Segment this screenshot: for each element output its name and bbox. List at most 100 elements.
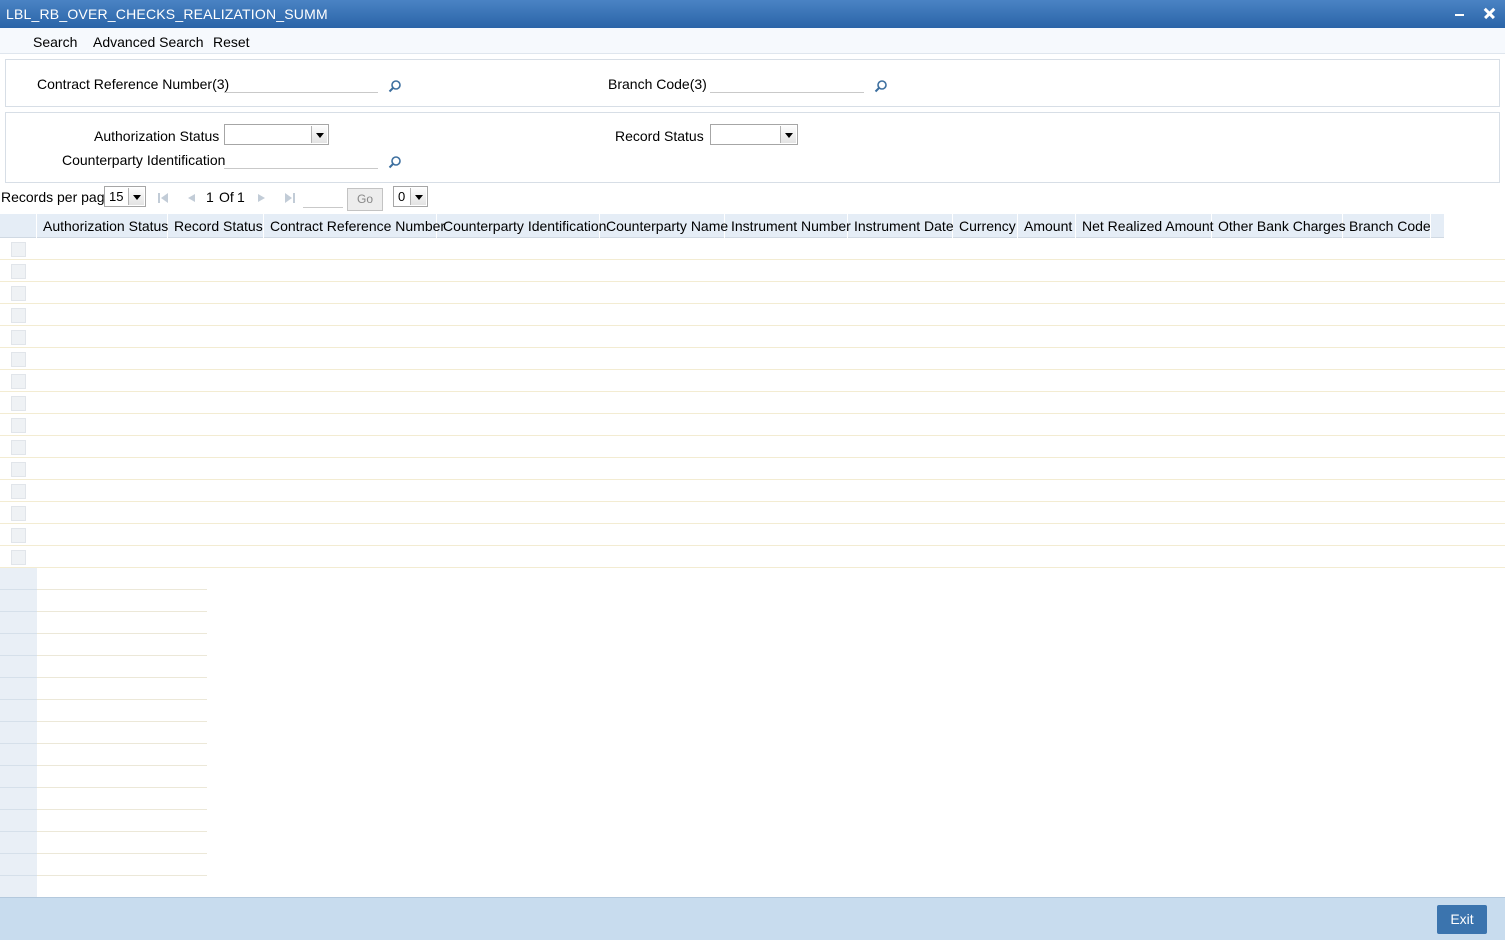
row-divider — [0, 303, 1505, 304]
exit-button[interactable]: Exit — [1437, 905, 1487, 934]
counterparty-label: Counterparty Identification — [62, 152, 226, 168]
row-select-checkbox[interactable] — [11, 528, 26, 543]
counterparty-lookup-icon[interactable] — [388, 155, 402, 169]
contract-ref-label: Contract Reference Number(3) — [37, 76, 230, 92]
grid-row-selector-column — [0, 568, 37, 897]
search-button[interactable]: Search — [33, 34, 77, 50]
select-all-cell[interactable] — [0, 214, 37, 238]
records-per-page-label: Records per page — [1, 189, 113, 205]
column-header-authorization-status[interactable]: Authorization Status — [37, 214, 168, 238]
total-pages: 1 — [237, 189, 245, 205]
footer-bar: Exit — [0, 897, 1505, 940]
row-divider — [37, 633, 207, 634]
row-divider — [37, 765, 207, 766]
row-divider — [0, 435, 1505, 436]
branch-code-input[interactable] — [710, 75, 864, 93]
close-icon[interactable] — [1481, 4, 1499, 22]
row-divider — [0, 787, 37, 788]
row-divider — [37, 611, 207, 612]
record-status-label: Record Status — [615, 128, 704, 144]
row-select-checkbox[interactable] — [11, 396, 26, 411]
reset-button[interactable]: Reset — [213, 34, 250, 50]
advanced-search-button[interactable]: Advanced Search — [93, 34, 204, 50]
row-divider — [37, 809, 207, 810]
column-header-currency[interactable]: Currency — [953, 214, 1018, 238]
row-divider — [37, 853, 207, 854]
column-header-amount[interactable]: Amount — [1018, 214, 1076, 238]
row-select-checkbox[interactable] — [11, 374, 26, 389]
row-select-checkbox[interactable] — [11, 484, 26, 499]
dropdown-arrow-icon[interactable] — [311, 126, 327, 143]
row-divider — [0, 611, 37, 612]
row-divider — [0, 721, 37, 722]
row-divider — [0, 699, 37, 700]
last-page-icon[interactable] — [284, 192, 296, 204]
records-per-page-select[interactable]: 15 — [104, 186, 146, 207]
row-select-checkbox[interactable] — [11, 242, 26, 257]
column-header-instrument-date[interactable]: Instrument Date — [848, 214, 954, 238]
row-divider — [37, 677, 207, 678]
toolbar: Search Advanced Search Reset — [0, 28, 1505, 54]
dropdown-arrow-icon[interactable] — [780, 126, 796, 143]
auth-status-select[interactable] — [224, 124, 329, 145]
row-divider — [37, 875, 207, 876]
dropdown-arrow-icon[interactable] — [410, 188, 426, 205]
window-title-bar: LBL_RB_OVER_CHECKS_REALIZATION_SUMM — [0, 0, 1505, 28]
row-select-checkbox[interactable] — [11, 330, 26, 345]
contract-ref-input[interactable] — [224, 75, 378, 93]
row-select-checkbox[interactable] — [11, 264, 26, 279]
next-page-icon[interactable] — [256, 192, 268, 204]
column-header-other-bank-charges[interactable]: Other Bank Charges — [1212, 214, 1346, 238]
row-divider — [0, 259, 1505, 260]
window-title: LBL_RB_OVER_CHECKS_REALIZATION_SUMM — [6, 6, 328, 22]
row-divider — [0, 567, 1505, 568]
column-header-counterparty-name[interactable]: Counterparty Name — [600, 214, 728, 238]
row-select-checkbox[interactable] — [11, 418, 26, 433]
selected-count-select[interactable]: 0 — [393, 186, 428, 207]
row-divider — [0, 479, 1505, 480]
column-header-contract-reference-number[interactable]: Contract Reference Number — [264, 214, 445, 238]
minimize-icon[interactable] — [1451, 4, 1469, 22]
selected-count-value: 0 — [398, 189, 406, 204]
row-divider — [0, 875, 37, 876]
of-label: Of — [219, 189, 234, 205]
row-divider — [0, 743, 37, 744]
row-select-checkbox[interactable] — [11, 308, 26, 323]
row-select-checkbox[interactable] — [11, 462, 26, 477]
results-grid-header: Authorization Status Record Status Contrac… — [0, 214, 1444, 238]
row-divider — [0, 523, 1505, 524]
row-divider — [0, 391, 1505, 392]
go-to-page-input[interactable] — [303, 190, 343, 208]
column-header-instrument-number[interactable]: Instrument Number — [725, 214, 851, 238]
row-divider — [0, 677, 37, 678]
column-header-counterparty-identification[interactable]: Counterparty Identification — [437, 214, 606, 238]
first-page-icon[interactable] — [157, 192, 169, 204]
go-button[interactable]: Go — [347, 188, 383, 211]
row-divider — [37, 589, 207, 590]
branch-code-label: Branch Code(3) — [608, 76, 707, 92]
column-header-record-status[interactable]: Record Status — [168, 214, 264, 238]
row-select-checkbox[interactable] — [11, 550, 26, 565]
column-header-net-realized-amount[interactable]: Net Realized Amount — [1076, 214, 1214, 238]
row-select-checkbox[interactable] — [11, 506, 26, 521]
column-header-branch-code[interactable]: Branch Code — [1343, 214, 1431, 238]
row-divider — [0, 325, 1505, 326]
row-divider — [0, 655, 37, 656]
row-divider — [0, 809, 37, 810]
row-select-checkbox[interactable] — [11, 286, 26, 301]
branch-code-lookup-icon[interactable] — [874, 79, 888, 93]
counterparty-input[interactable] — [224, 151, 378, 169]
contract-ref-lookup-icon[interactable] — [388, 79, 402, 93]
prev-page-icon[interactable] — [185, 192, 197, 204]
record-status-select[interactable] — [710, 124, 798, 145]
row-divider — [0, 501, 1505, 502]
row-divider — [37, 787, 207, 788]
row-divider — [0, 853, 37, 854]
row-divider — [37, 831, 207, 832]
row-divider — [0, 369, 1505, 370]
row-select-checkbox[interactable] — [11, 440, 26, 455]
row-divider — [0, 457, 1505, 458]
row-select-checkbox[interactable] — [11, 352, 26, 367]
dropdown-arrow-icon[interactable] — [128, 188, 144, 205]
row-divider — [0, 347, 1505, 348]
